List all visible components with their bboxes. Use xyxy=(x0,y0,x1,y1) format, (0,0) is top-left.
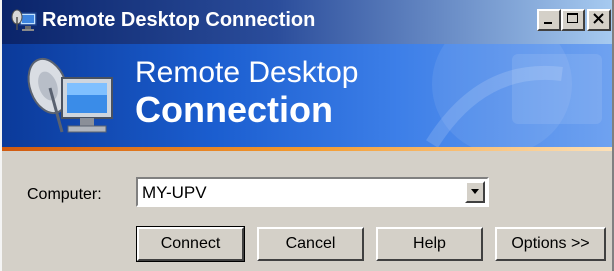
banner-watermark xyxy=(426,44,602,147)
maximize-icon xyxy=(567,13,578,23)
remote-desktop-window: Remote Desktop Connection Remote Desktop… xyxy=(0,0,614,271)
minimize-icon xyxy=(544,22,552,24)
connect-button[interactable]: Connect xyxy=(136,226,245,262)
computer-satellite-icon xyxy=(22,52,118,147)
banner-title-line1: Remote Desktop xyxy=(135,56,359,89)
window-title: Remote Desktop Connection xyxy=(42,9,316,31)
maximize-button[interactable] xyxy=(561,9,585,31)
header-banner: Remote Desktop Connection xyxy=(2,44,612,147)
banner-title-line2: Connection xyxy=(135,89,333,130)
cancel-button[interactable]: Cancel xyxy=(257,227,364,261)
help-button[interactable]: Help xyxy=(376,227,483,261)
computer-label: Computer: xyxy=(27,186,102,203)
computer-combobox[interactable]: MY-UPV xyxy=(136,177,489,207)
computer-input[interactable]: MY-UPV xyxy=(142,183,207,203)
options-button[interactable]: Options >> xyxy=(495,227,606,261)
minimize-button[interactable] xyxy=(537,9,561,31)
accent-divider xyxy=(2,147,612,151)
title-bar[interactable]: Remote Desktop Connection xyxy=(2,0,612,44)
computer-dropdown-button[interactable] xyxy=(465,181,485,203)
close-icon xyxy=(593,13,604,24)
chevron-down-icon xyxy=(471,189,479,194)
remote-desktop-icon xyxy=(11,8,39,34)
close-button[interactable] xyxy=(587,9,611,31)
